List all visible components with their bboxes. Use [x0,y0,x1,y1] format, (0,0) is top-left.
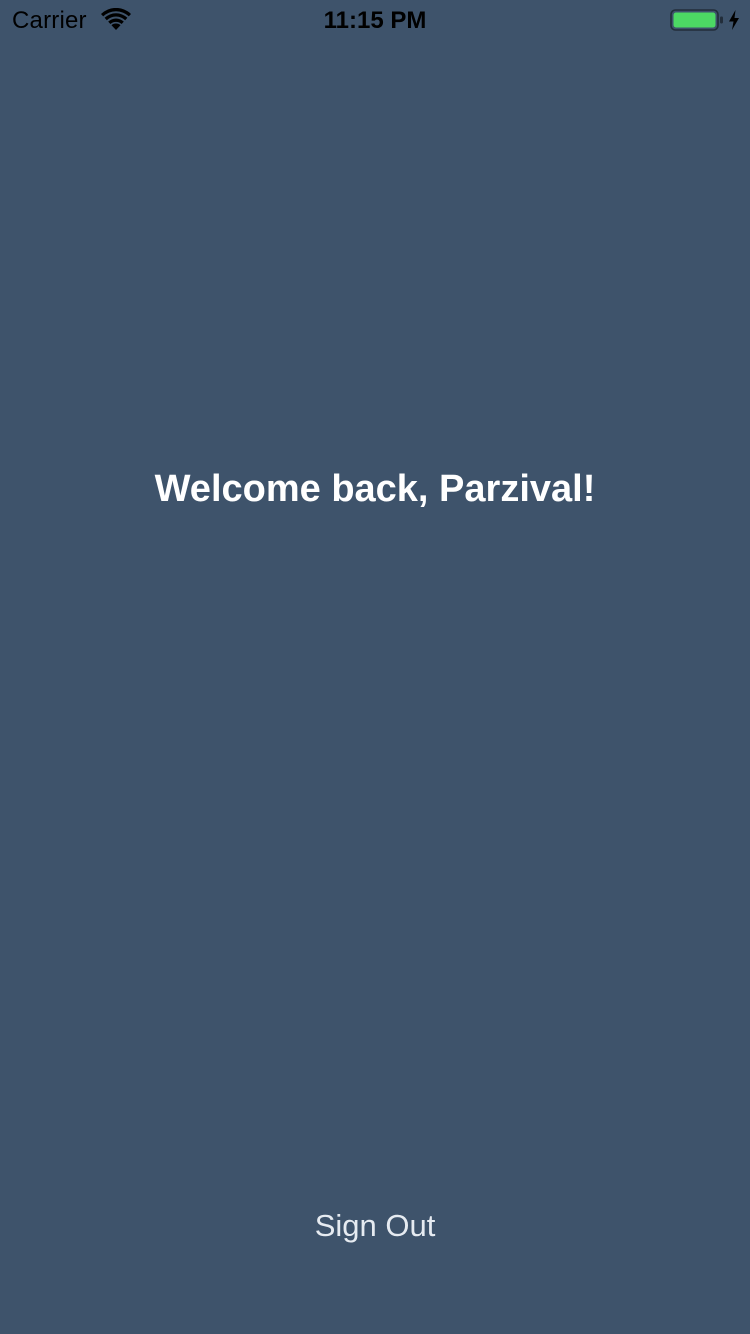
sign-out-button[interactable]: Sign Out [275,1198,475,1254]
status-time: 11:15 PM [323,7,427,34]
battery-icon [670,9,723,31]
charging-bolt-icon [729,10,739,30]
status-bar: Carrier 11:15 PM [0,0,750,40]
welcome-message: Welcome back, Parzival! [154,468,596,510]
battery-level-fill [673,12,716,28]
